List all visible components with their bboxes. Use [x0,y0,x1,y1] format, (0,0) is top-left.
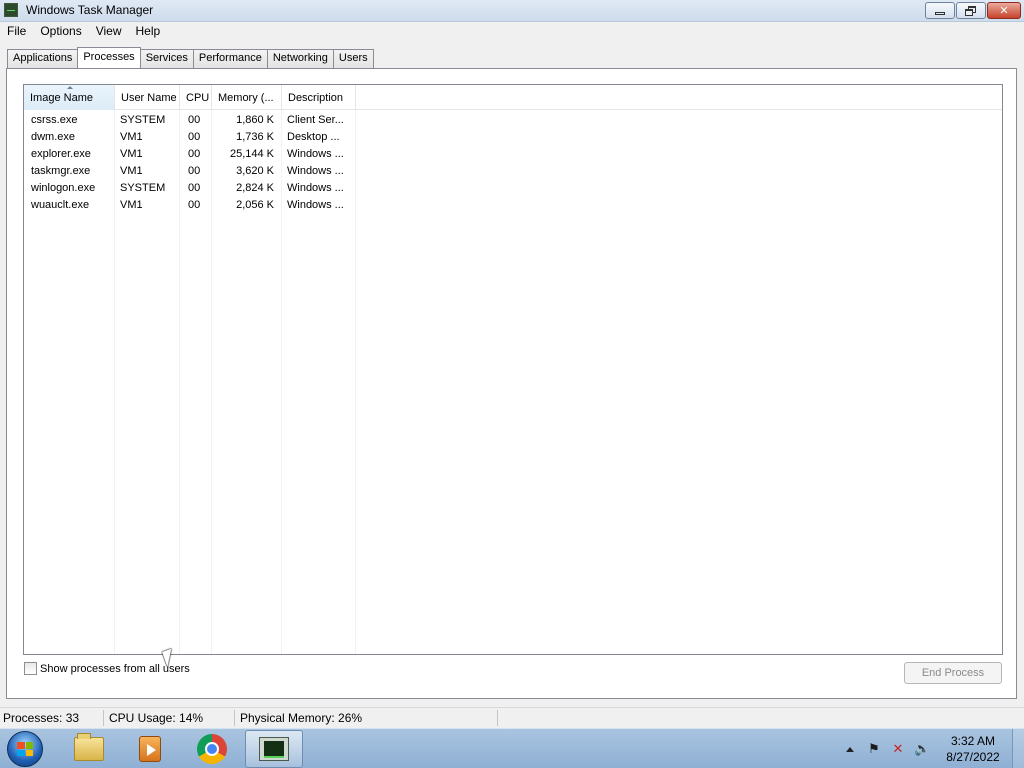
windows-explorer-icon [74,733,104,761]
show-all-users-checkbox[interactable] [24,662,37,675]
cell-description: Windows ... [287,148,344,160]
minimize-button[interactable] [925,2,955,19]
cell-user-name: VM1 [120,199,143,211]
table-row[interactable]: explorer.exe VM1 00 25,144 K Windows ... [24,146,1002,163]
cell-image-name: taskmgr.exe [31,165,91,177]
cell-user-name: SYSTEM [120,182,166,194]
restore-button[interactable] [956,2,986,19]
cell-description: Desktop ... [287,131,340,143]
minimize-icon [935,12,945,15]
list-header: Image Name User Name CPU Memory (... Des… [24,85,1002,110]
chrome-icon [197,734,227,764]
taskbar-media-player-button[interactable] [121,730,179,768]
status-bar: Processes: 33 CPU Usage: 14% Physical Me… [0,707,1024,728]
column-header-image-name[interactable]: Image Name [24,85,115,110]
cell-image-name: csrss.exe [31,114,78,126]
status-cpu-usage: CPU Usage: 14% [109,711,204,725]
tab-processes[interactable]: Processes [77,47,141,68]
restore-icon [965,5,977,16]
end-process-button[interactable]: End Process [904,662,1002,684]
clock-date: 8/27/2022 [946,750,1000,764]
cell-image-name: wuauclt.exe [31,199,90,211]
volume-icon[interactable]: 🔈 [914,741,930,757]
column-header-cpu[interactable]: CPU [180,85,212,110]
task-manager-icon [4,3,18,17]
show-hidden-icons-button[interactable] [842,741,858,757]
cell-image-name: dwm.exe [31,131,76,143]
task-manager-icon [259,737,289,761]
tab-networking[interactable]: Networking [266,49,334,68]
cell-user-name: VM1 [120,148,143,160]
cell-cpu: 00 [188,114,201,126]
window-title: Windows Task Manager [26,3,154,17]
table-row[interactable]: csrss.exe SYSTEM 00 1,860 K Client Ser..… [24,112,1002,129]
cell-memory: 25,144 K [229,148,274,160]
taskbar-task-manager-button[interactable] [245,730,303,768]
tab-applications[interactable]: Applications [7,49,79,68]
show-all-users-option[interactable]: Show processes from all users [24,662,190,675]
taskbar-chrome-button[interactable] [183,730,241,768]
status-physical-memory: Physical Memory: 26% [240,711,363,725]
network-icon[interactable]: ✕ [890,741,906,757]
show-desktop-button[interactable] [1012,729,1024,768]
close-button[interactable]: ✕ [987,2,1021,19]
cell-cpu: 00 [188,148,201,160]
cell-memory: 2,824 K [236,182,274,194]
cell-description: Windows ... [287,182,344,194]
cell-cpu: 00 [188,182,201,194]
action-center-icon[interactable]: ⚑ [866,741,882,757]
cell-description: Windows ... [287,165,344,177]
cell-image-name: explorer.exe [31,148,91,160]
close-icon: ✕ [999,5,1009,17]
menu-bar: File Options View Help [0,22,1024,42]
cell-cpu: 00 [188,131,201,143]
status-processes: Processes: 33 [3,711,80,725]
column-header-memory[interactable]: Memory (... [212,85,282,110]
cell-description: Windows ... [287,199,344,211]
cell-user-name: VM1 [120,165,143,177]
table-row[interactable]: taskmgr.exe VM1 00 3,620 K Windows ... [24,163,1002,180]
cell-memory: 2,056 K [236,199,274,211]
media-player-icon [139,736,161,762]
menu-options[interactable]: Options [33,22,88,42]
tab-strip: Applications Processes Services Performa… [7,47,374,68]
cell-memory: 1,860 K [236,114,274,126]
sort-ascending-icon [67,86,73,89]
taskbar-explorer-button[interactable] [60,730,118,768]
chevron-up-icon [846,747,854,752]
menu-file[interactable]: File [0,22,33,42]
cell-user-name: VM1 [120,131,143,143]
tab-performance[interactable]: Performance [192,49,268,68]
table-row[interactable]: wuauclt.exe VM1 00 2,056 K Windows ... [24,197,1002,214]
cell-cpu: 00 [188,165,201,177]
taskbar-clock[interactable]: 3:32 AM 8/27/2022 [942,733,1004,765]
cell-cpu: 00 [188,199,201,211]
menu-help[interactable]: Help [129,22,168,42]
windows-logo-icon [17,742,33,756]
table-row[interactable]: dwm.exe VM1 00 1,736 K Desktop ... [24,129,1002,146]
table-row[interactable]: winlogon.exe SYSTEM 00 2,824 K Windows .… [24,180,1002,197]
clock-time: 3:32 AM [950,734,996,748]
cell-memory: 3,620 K [236,165,274,177]
system-tray: ⚑ ✕ 🔈 [842,741,930,757]
title-bar[interactable]: Windows Task Manager ✕ [0,0,1024,22]
cell-memory: 1,736 K [236,131,274,143]
cell-description: Client Ser... [287,114,344,126]
taskbar: ⚑ ✕ 🔈 3:32 AM 8/27/2022 [0,728,1024,768]
cell-user-name: SYSTEM [120,114,166,126]
start-button[interactable] [7,731,43,767]
tab-users[interactable]: Users [332,49,374,68]
column-header-description[interactable]: Description [282,85,356,110]
tab-services[interactable]: Services [139,49,194,68]
cell-image-name: winlogon.exe [31,182,96,194]
column-header-user-name[interactable]: User Name [115,85,180,110]
menu-view[interactable]: View [89,22,129,42]
process-list[interactable]: Image Name User Name CPU Memory (... Des… [23,84,1003,655]
